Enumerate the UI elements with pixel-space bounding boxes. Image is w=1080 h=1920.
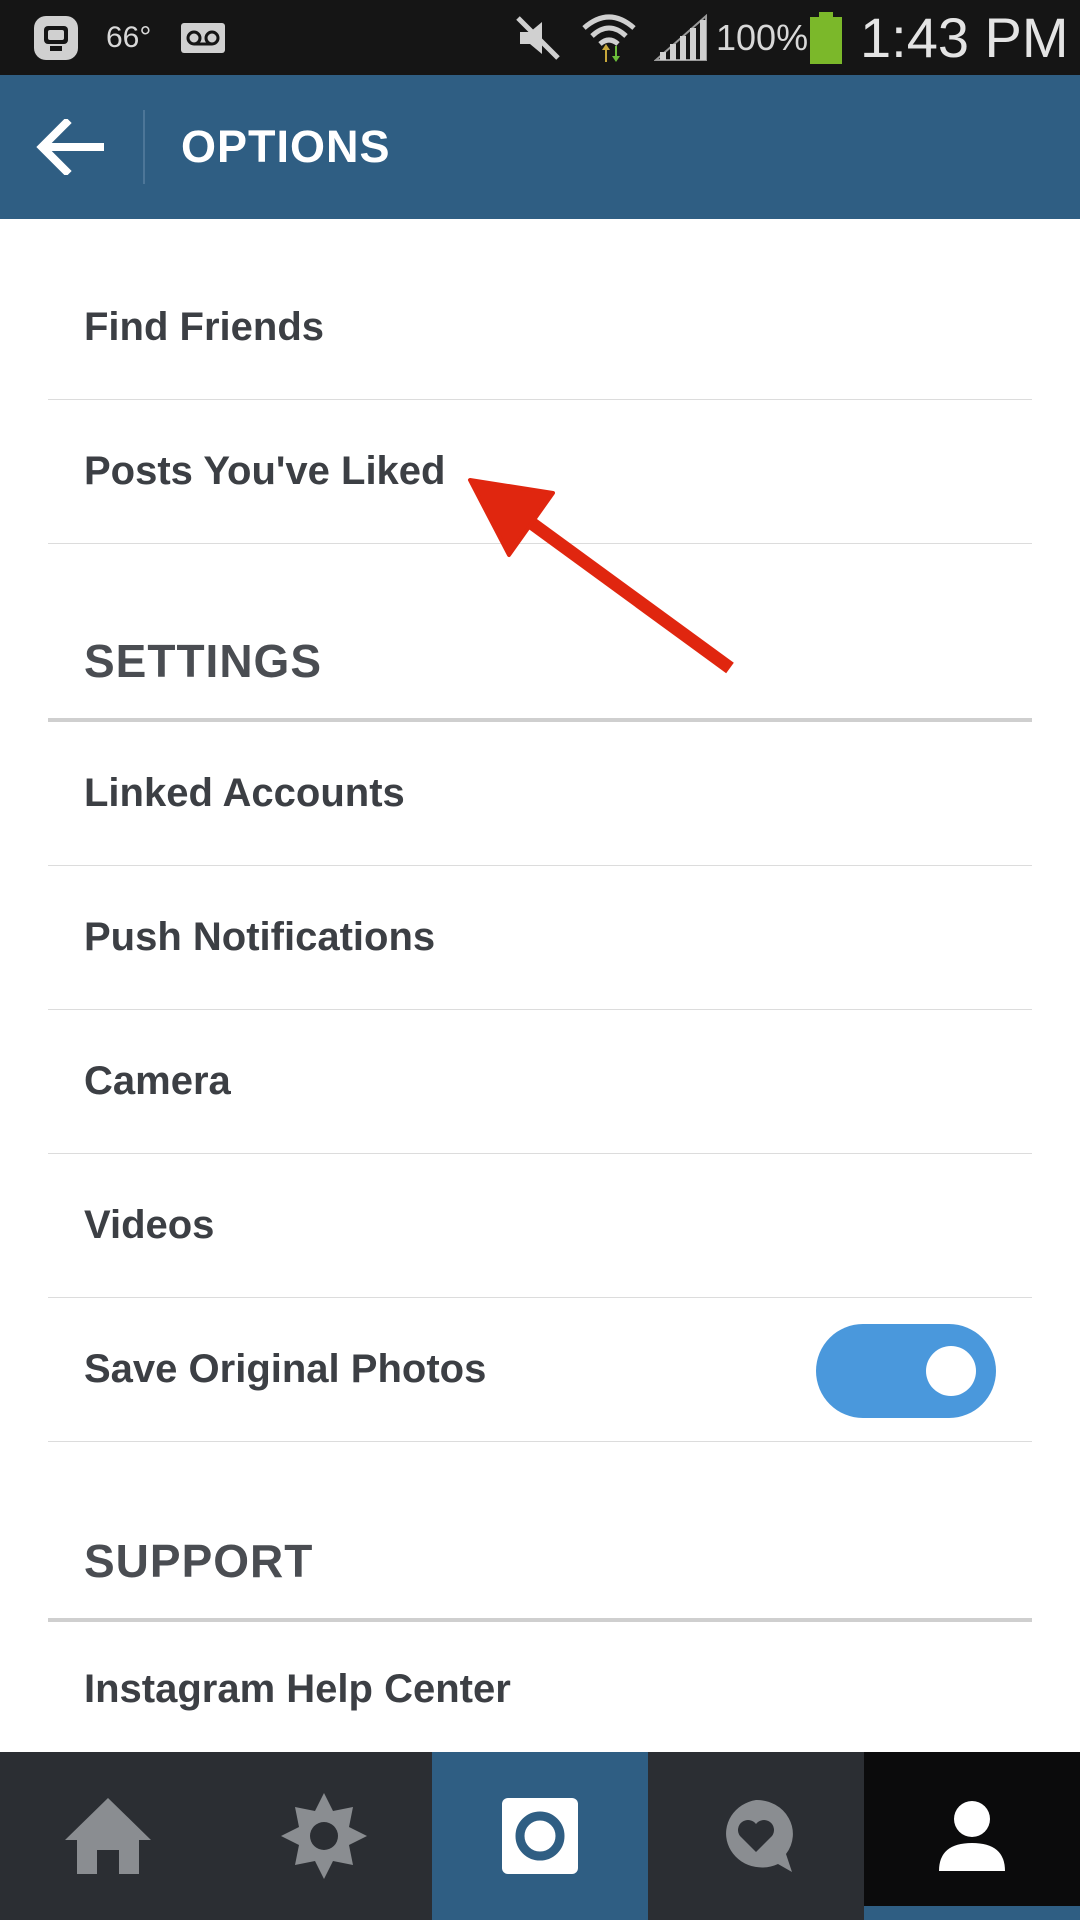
page-title: OPTIONS [181,121,391,172]
profile-icon [939,1801,1005,1871]
push-notifications-label: Push Notifications [84,915,436,959]
settings-item-videos[interactable]: Videos [48,1154,1032,1298]
activity-icon [726,1799,793,1872]
camera-label: Camera [84,1059,231,1103]
nav-tab-profile[interactable] [864,1752,1080,1920]
save-original-photos-label: Save Original Photos [84,1347,487,1391]
battery-percent: 100% [716,16,809,58]
find-friends-label: Find Friends [84,305,324,349]
mute-icon [512,0,564,75]
linked-accounts-label: Linked Accounts [84,771,405,815]
action-bar-divider [143,110,145,184]
settings-item-camera[interactable]: Camera [48,1010,1032,1154]
status-bar: 66° 100% 1:43 PM [0,0,1080,75]
explore-icon [281,1793,367,1879]
action-bar: OPTIONS [0,75,1080,219]
active-tab-indicator [864,1906,1080,1920]
clock: 1:43 PM [860,6,1069,69]
save-original-photos-toggle[interactable] [816,1324,996,1418]
help-center-label: Instagram Help Center [84,1666,511,1711]
posts-liked-label: Posts You've Liked [84,449,446,493]
nav-tab-explore[interactable] [216,1752,432,1920]
bottom-nav [0,1752,1080,1920]
find-friends-item[interactable]: Find Friends [48,256,1032,400]
arrow-left-icon [36,119,104,175]
voicemail-icon [180,0,226,75]
settings-section-header: SETTINGS [48,630,1032,722]
back-button[interactable] [0,75,144,219]
support-section-header: SUPPORT [48,1530,1032,1622]
support-item-help-center[interactable]: Instagram Help Center [48,1626,1032,1752]
settings-item-save-original-photos[interactable]: Save Original Photos [48,1298,1032,1442]
nav-tab-camera[interactable] [432,1752,648,1920]
settings-item-linked-accounts[interactable]: Linked Accounts [48,722,1032,866]
nav-tab-activity[interactable] [648,1752,864,1920]
temperature: 66° [106,20,152,54]
home-icon [65,1798,151,1874]
settings-item-push-notifications[interactable]: Push Notifications [48,866,1032,1010]
nav-tab-home[interactable] [0,1752,216,1920]
camera-icon [502,1798,578,1874]
battery-icon [808,0,844,75]
support-header-label: SUPPORT [84,1535,314,1587]
settings-header-label: SETTINGS [84,635,323,687]
posts-liked-item[interactable]: Posts You've Liked [48,400,1032,544]
toggle-knob [926,1346,976,1396]
signal-icon [654,0,708,75]
videos-label: Videos [84,1203,215,1247]
app-notification-icon [30,0,82,75]
wifi-icon [580,0,638,75]
